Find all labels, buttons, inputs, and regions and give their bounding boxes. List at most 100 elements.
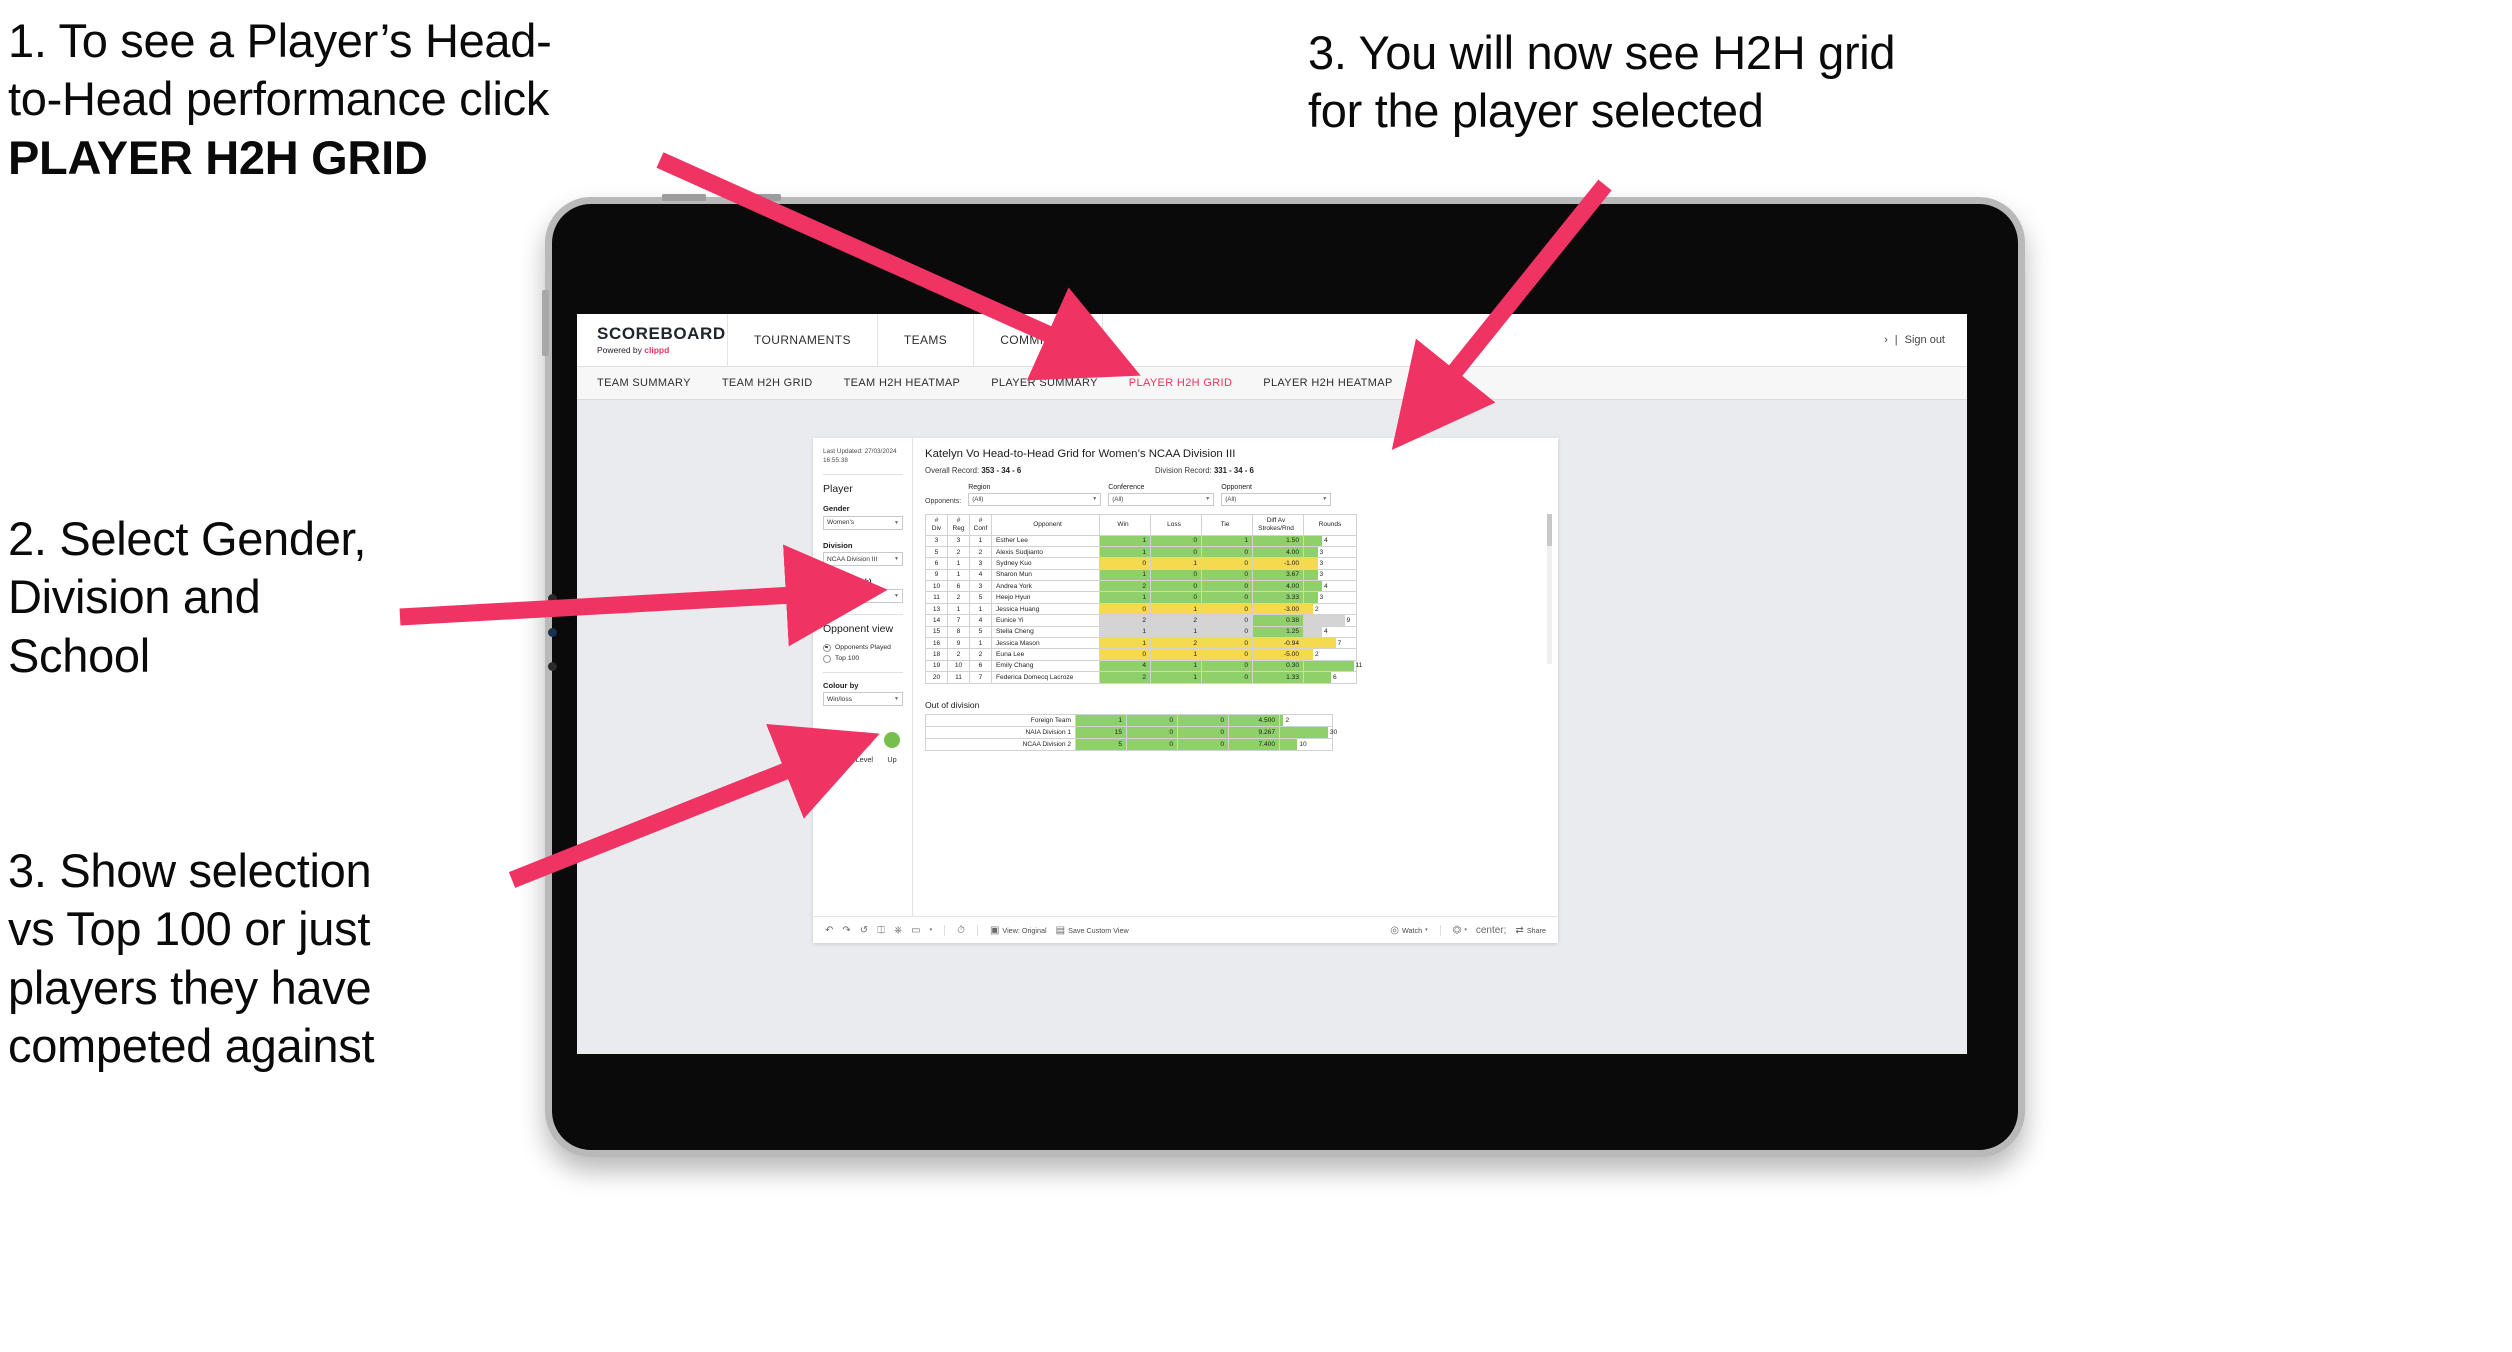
cell-diff: 4.00 xyxy=(1252,545,1304,559)
account-divider: | xyxy=(1894,334,1898,346)
opponent-filter: Opponent (All) ▼ xyxy=(1221,484,1332,506)
chevron-down-icon[interactable]: ▾ xyxy=(930,927,933,933)
share-button[interactable]: ⇄ Share xyxy=(1515,925,1546,936)
device-sensor-2 xyxy=(548,628,557,637)
cell-win: 2 xyxy=(1099,671,1151,684)
save-custom-view-button[interactable]: ▤ Save Custom View xyxy=(1056,925,1129,936)
table-row[interactable]: 3 3 1 Esther Lee 1 0 1 1.50 4 xyxy=(925,534,1357,547)
col-conf: # Conf xyxy=(969,513,992,536)
cell-reg: 6 xyxy=(947,580,970,593)
table-row[interactable]: 13 1 1 Jessica Huang 0 1 0 -3.00 2 xyxy=(925,602,1357,616)
division-field: Division NCAA Division III ▼ xyxy=(823,541,903,567)
cell-opponent: Andrea York xyxy=(991,580,1100,593)
cell-ood-loss: 0 xyxy=(1126,713,1178,727)
nav-item-teams[interactable]: TEAMS xyxy=(878,314,975,366)
fullscreen-icon[interactable]: center; xyxy=(1476,925,1507,936)
tab-player-summary[interactable]: PLAYER SUMMARY xyxy=(991,377,1098,389)
cell-div: 13 xyxy=(925,602,948,616)
conference-filter-select[interactable]: (All) ▼ xyxy=(1108,492,1215,506)
callout-step-4-line-1: 3. You will now see H2H grid xyxy=(1308,26,1896,79)
gender-select[interactable]: Women's ▼ xyxy=(823,515,903,530)
cell-win: 4 xyxy=(1099,659,1151,673)
cell-diff: 1.25 xyxy=(1252,625,1304,639)
table-row[interactable]: 19 10 6 Emily Chang 4 1 0 0.30 11 xyxy=(925,659,1362,673)
cell-loss: 0 xyxy=(1150,568,1202,582)
out-of-division-row[interactable]: NCAA Division 2 5 0 0 7.400 10 xyxy=(925,737,1333,751)
cell-ood-win: 1 xyxy=(1075,713,1127,727)
table-row[interactable]: 9 1 4 Sharon Mun 1 0 0 3.67 3 xyxy=(925,568,1357,582)
tab-team-h2h-grid[interactable]: TEAM H2H GRID xyxy=(722,377,813,389)
refresh-icon[interactable]: ⎅ xyxy=(877,925,885,936)
table-row[interactable]: 11 2 5 Heejo Hyun 1 0 0 3.33 3 xyxy=(925,591,1357,604)
table-scrollbar[interactable] xyxy=(1547,513,1552,664)
view-original-button[interactable]: ▣ View: Original xyxy=(990,925,1047,936)
tablet-device-frame: SCOREBOARD Powered by clippd TOURNAMENTS… xyxy=(542,194,2025,1157)
history-icon[interactable]: ⏱ xyxy=(957,925,965,936)
rounds-bar xyxy=(1304,546,1318,558)
table-row[interactable]: 14 7 4 Eunice Yi 2 2 0 0.38 9 xyxy=(925,614,1357,627)
table-row[interactable]: 6 1 3 Sydney Kuo 0 1 0 -1.00 3 xyxy=(925,557,1357,570)
cell-div: 14 xyxy=(925,614,948,627)
cell-ood-diff: 4.500 xyxy=(1228,713,1280,727)
table-row[interactable]: 15 8 5 Stella Cheng 1 1 0 1.25 4 xyxy=(925,625,1357,639)
table-row[interactable]: 20 11 7 Federica Domecq Lacroze 2 1 0 1.33 6 xyxy=(925,671,1357,684)
tab-team-summary[interactable]: TEAM SUMMARY xyxy=(597,377,691,389)
player-rank-select[interactable]: 8. Katelyn Vo ▼ xyxy=(823,588,903,603)
region-filter-select[interactable]: (All) ▼ xyxy=(968,492,1102,506)
nav-item-committee[interactable]: COMMITTEE xyxy=(974,314,1103,366)
out-of-division-title: Out of division xyxy=(925,699,980,710)
callout-step-1-bold: PLAYER H2H GRID xyxy=(8,130,428,184)
region-filter-label: Region xyxy=(968,484,991,491)
division-select[interactable]: NCAA Division III ▼ xyxy=(823,552,903,567)
rounds-value: 7 xyxy=(1337,639,1342,647)
rounds-value: 30 xyxy=(1329,728,1338,736)
colour-by-select[interactable]: Win/loss ▼ xyxy=(823,692,903,707)
out-of-division-row[interactable]: Foreign Team 1 0 0 4.500 2 xyxy=(925,713,1333,727)
brand-logo[interactable]: SCOREBOARD Powered by clippd xyxy=(577,314,728,366)
callout-step-4-line-2: for the player selected xyxy=(1308,84,1764,138)
rounds-value: 11 xyxy=(1355,662,1363,670)
device-top-button-1 xyxy=(662,194,706,201)
tab-player-h2h-grid[interactable]: PLAYER H2H GRID xyxy=(1129,377,1232,389)
chevron-right-icon[interactable]: › xyxy=(1884,334,1888,346)
view-icon: ▣ xyxy=(989,924,1000,936)
opponent-filter-select[interactable]: (All) ▼ xyxy=(1221,492,1332,506)
redo-icon[interactable]: ↷ xyxy=(842,925,850,936)
col-opponent: Opponent xyxy=(991,513,1100,536)
table-row[interactable]: 16 9 1 Jessica Mason 1 2 0 -0.94 7 xyxy=(925,636,1357,650)
cell-div: 10 xyxy=(925,580,948,593)
watch-button[interactable]: ◎ Watch ▾ xyxy=(1390,925,1427,936)
rounds-value: 6 xyxy=(1333,673,1337,681)
rounds-bar xyxy=(1280,738,1298,750)
cell-diff: -1.00 xyxy=(1252,557,1304,570)
device-top-button-2 xyxy=(737,194,781,201)
out-of-division-row[interactable]: NAIA Division 1 15 0 0 9.267 30 xyxy=(925,725,1337,739)
pause-icon[interactable]: ⎈ xyxy=(894,925,902,936)
sign-out-link[interactable]: Sign out xyxy=(1905,334,1945,346)
tab-team-h2h-heatmap[interactable]: TEAM H2H HEATMAP xyxy=(844,377,961,389)
radio-top-100[interactable]: Top 100 xyxy=(823,654,903,663)
cell-loss: 0 xyxy=(1150,534,1202,547)
table-scrollbar-thumb[interactable] xyxy=(1547,513,1552,546)
cell-rounds: 2 xyxy=(1303,648,1357,661)
tab-player-h2h-heatmap[interactable]: PLAYER H2H HEATMAP xyxy=(1263,377,1392,389)
col-reg-bottom: Reg xyxy=(952,524,965,532)
opponent-view-title: Opponent view xyxy=(823,622,894,635)
highlight-icon[interactable]: ▭ xyxy=(911,925,920,936)
share-icon: ⇄ xyxy=(1515,924,1524,936)
region-filter-value: (All) xyxy=(972,495,984,503)
cell-tie: 0 xyxy=(1201,545,1253,559)
rounds-bar xyxy=(1304,672,1332,683)
nav-item-tournaments[interactable]: TOURNAMENTS xyxy=(728,314,878,366)
cell-rounds: 3 xyxy=(1303,568,1357,582)
undo-icon[interactable]: ↶ xyxy=(825,925,833,936)
cell-rounds: 9 xyxy=(1303,614,1357,627)
download-icon: ⏣ xyxy=(1452,924,1462,936)
callout-step-2-line-3: School xyxy=(8,628,150,682)
radio-opponents-played[interactable]: Opponents Played xyxy=(823,643,903,652)
revert-icon[interactable]: ↺ xyxy=(860,925,868,936)
table-row[interactable]: 5 2 2 Alexis Sudjianto 1 0 0 4.00 3 xyxy=(925,545,1357,559)
download-button[interactable]: ⏣ ▾ xyxy=(1453,925,1467,936)
table-row[interactable]: 10 6 3 Andrea York 2 0 0 4.00 4 xyxy=(925,580,1357,593)
table-row[interactable]: 18 2 2 Euna Lee 0 1 0 -5.00 2 xyxy=(925,648,1357,661)
